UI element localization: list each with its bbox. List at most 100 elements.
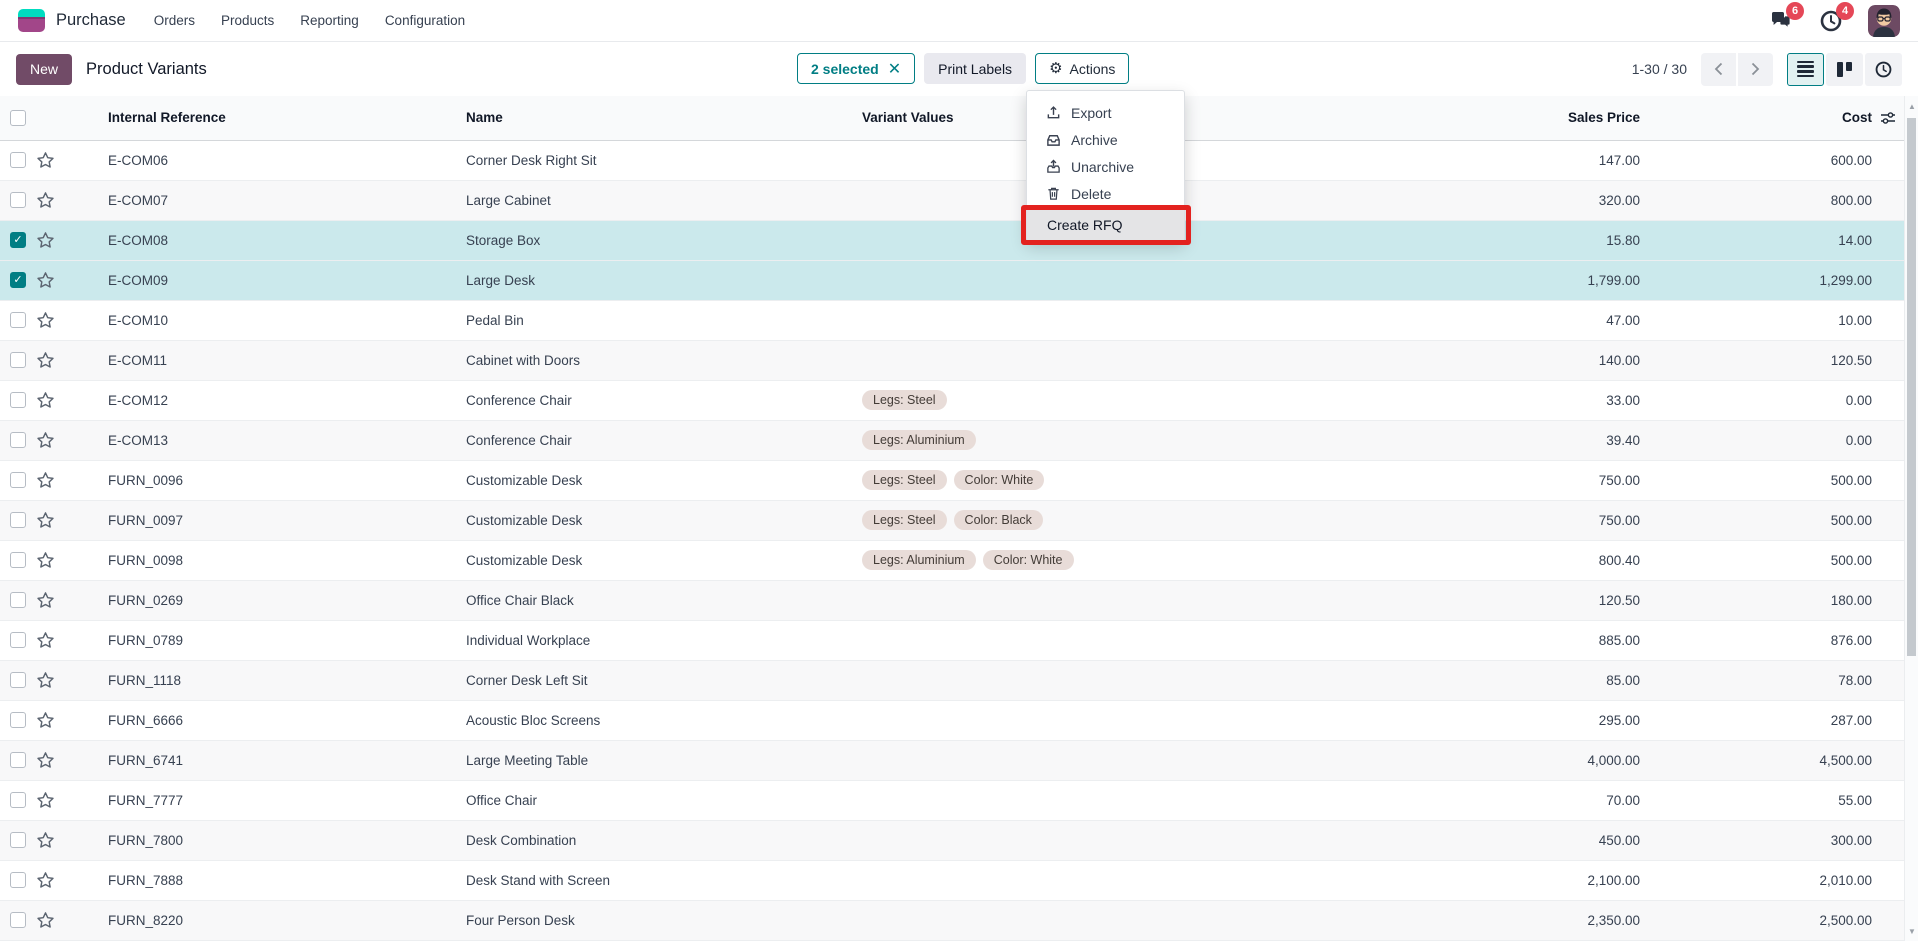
table-row[interactable]: E-COM06 Corner Desk Right Sit 147.00 600.00 — [0, 140, 1904, 181]
row-checkbox[interactable] — [10, 872, 26, 888]
column-header-sales-price[interactable]: Sales Price — [1248, 96, 1648, 141]
pager-previous-button[interactable] — [1701, 52, 1736, 86]
favorite-star-icon[interactable] — [36, 471, 55, 490]
table-row[interactable]: FURN_0789 Individual Workplace 885.00 876.0… — [0, 620, 1904, 661]
cell-internal-reference: E-COM10 — [76, 300, 462, 341]
selected-count-button[interactable]: 2 selected ✕ — [797, 53, 916, 84]
table-row[interactable]: FURN_1118 Corner Desk Left Sit 85.00 78.00 — [0, 660, 1904, 701]
navbar-menu: Orders Products Reporting Configuration — [154, 13, 465, 28]
favorite-star-icon[interactable] — [36, 311, 55, 330]
menu-item-archive[interactable]: Archive — [1027, 126, 1184, 153]
favorite-star-icon[interactable] — [36, 431, 55, 450]
favorite-star-icon[interactable] — [36, 871, 55, 890]
clear-selection-icon[interactable]: ✕ — [888, 59, 901, 79]
column-header-cost[interactable]: Cost — [1648, 96, 1880, 141]
table-row[interactable]: FURN_7777 Office Chair 70.00 55.00 — [0, 780, 1904, 821]
user-avatar[interactable] — [1868, 4, 1900, 37]
table-row[interactable]: E-COM10 Pedal Bin 47.00 10.00 — [0, 300, 1904, 341]
row-checkbox[interactable]: ✓ — [10, 272, 26, 288]
row-checkbox[interactable]: ✓ — [10, 232, 26, 248]
menu-item-delete[interactable]: Delete — [1027, 180, 1184, 207]
favorite-star-icon[interactable] — [36, 551, 55, 570]
table-row[interactable]: FURN_7800 Desk Combination 450.00 300.00 — [0, 820, 1904, 861]
favorite-star-icon[interactable] — [36, 711, 55, 730]
table-row[interactable]: FURN_6666 Acoustic Bloc Screens 295.00 287.… — [0, 700, 1904, 741]
row-checkbox[interactable] — [10, 712, 26, 728]
row-checkbox[interactable] — [10, 192, 26, 208]
table-row[interactable]: FURN_7888 Desk Stand with Screen 2,100.00 2… — [0, 860, 1904, 901]
table-row[interactable]: FURN_6741 Large Meeting Table 4,000.00 4,50… — [0, 740, 1904, 781]
table-row[interactable]: FURN_0098 Customizable Desk Legs: Aluminiu… — [0, 540, 1904, 581]
favorite-star-icon[interactable] — [36, 271, 55, 290]
menu-item-create-rfq[interactable]: Create RFQ — [1021, 205, 1191, 245]
scrollbar-down-arrow[interactable]: ▼ — [1905, 927, 1918, 936]
table-row[interactable]: E-COM07 Large Cabinet 320.00 800.00 — [0, 180, 1904, 221]
favorite-star-icon[interactable] — [36, 511, 55, 530]
print-labels-button[interactable]: Print Labels — [924, 53, 1027, 84]
row-checkbox[interactable] — [10, 752, 26, 768]
new-button[interactable]: New — [16, 53, 73, 85]
favorite-star-icon[interactable] — [36, 631, 55, 650]
row-checkbox[interactable] — [10, 912, 26, 928]
vertical-scrollbar[interactable]: ▲ ▼ — [1904, 96, 1918, 941]
table-row[interactable]: E-COM12 Conference Chair Legs: Steel 33.00 0… — [0, 380, 1904, 421]
favorite-star-icon[interactable] — [36, 591, 55, 610]
select-all-checkbox[interactable] — [10, 109, 26, 126]
table-row[interactable]: E-COM11 Cabinet with Doors 140.00 120.50 — [0, 340, 1904, 381]
row-checkbox[interactable] — [10, 352, 26, 368]
actions-button[interactable]: ⚙ Actions — [1035, 53, 1130, 84]
row-checkbox[interactable] — [10, 832, 26, 848]
table-row[interactable]: FURN_0269 Office Chair Black 120.50 180.00 — [0, 580, 1904, 621]
favorite-star-icon[interactable] — [36, 791, 55, 810]
favorite-star-icon[interactable] — [36, 911, 55, 930]
favorite-star-icon[interactable] — [36, 391, 55, 410]
kanban-view-button[interactable] — [1826, 52, 1863, 86]
row-checkbox[interactable] — [10, 392, 26, 408]
table-row[interactable]: ✓ E-COM09 Large Desk 1,799.00 1,299.00 — [0, 260, 1904, 301]
navbar-menu-configuration[interactable]: Configuration — [385, 13, 465, 28]
row-checkbox[interactable] — [10, 632, 26, 648]
row-checkbox[interactable] — [10, 792, 26, 808]
table-row[interactable]: FURN_0097 Customizable Desk Legs: Steel Col… — [0, 500, 1904, 541]
favorite-star-icon[interactable] — [36, 231, 55, 250]
pager-area: 1-30 / 30 — [1632, 52, 1902, 86]
activities-button[interactable]: 4 — [1818, 1, 1854, 34]
row-checkbox[interactable] — [10, 592, 26, 608]
messages-button[interactable]: 6 — [1768, 1, 1804, 34]
favorite-star-icon[interactable] — [36, 191, 55, 210]
favorite-star-icon[interactable] — [36, 351, 55, 370]
favorite-star-icon[interactable] — [36, 831, 55, 850]
activity-view-button[interactable] — [1865, 52, 1902, 86]
navbar-menu-products[interactable]: Products — [221, 13, 274, 28]
favorite-star-icon[interactable] — [36, 671, 55, 690]
menu-item-unarchive[interactable]: Unarchive — [1027, 153, 1184, 180]
row-checkbox[interactable] — [10, 312, 26, 328]
row-checkbox[interactable] — [10, 432, 26, 448]
table-row[interactable]: FURN_8220 Four Person Desk 2,350.00 2,500.0… — [0, 900, 1904, 941]
app-logo-icon[interactable] — [18, 9, 45, 32]
logo-teal-bar — [18, 9, 45, 17]
navbar-menu-orders[interactable]: Orders — [154, 13, 195, 28]
app-name-menu[interactable]: Purchase — [56, 11, 126, 30]
row-checkbox[interactable] — [10, 152, 26, 168]
row-checkbox[interactable] — [10, 672, 26, 688]
favorite-star-icon[interactable] — [36, 751, 55, 770]
row-checkbox[interactable] — [10, 472, 26, 488]
variant-tag: Legs: Steel — [862, 510, 947, 530]
scrollbar-up-arrow[interactable]: ▲ — [1905, 102, 1918, 111]
navbar-menu-reporting[interactable]: Reporting — [300, 13, 359, 28]
row-checkbox[interactable] — [10, 552, 26, 568]
table-row[interactable]: E-COM13 Conference Chair Legs: Aluminium 39… — [0, 420, 1904, 461]
table-row[interactable]: ✓ E-COM08 Storage Box 15.80 14.00 — [0, 220, 1904, 261]
favorite-star-icon[interactable] — [36, 151, 55, 170]
column-header-internal-reference[interactable]: Internal Reference — [76, 96, 462, 141]
table-row[interactable]: FURN_0096 Customizable Desk Legs: Steel Col… — [0, 460, 1904, 501]
list-view-button[interactable] — [1787, 52, 1824, 86]
optional-columns-button[interactable] — [1880, 96, 1904, 141]
row-checkbox[interactable] — [10, 512, 26, 528]
logo-magenta-bar — [18, 17, 45, 32]
column-header-name[interactable]: Name — [462, 96, 858, 141]
menu-item-export[interactable]: Export — [1027, 99, 1184, 126]
scrollbar-thumb[interactable] — [1907, 118, 1916, 656]
pager-next-button[interactable] — [1738, 52, 1773, 86]
